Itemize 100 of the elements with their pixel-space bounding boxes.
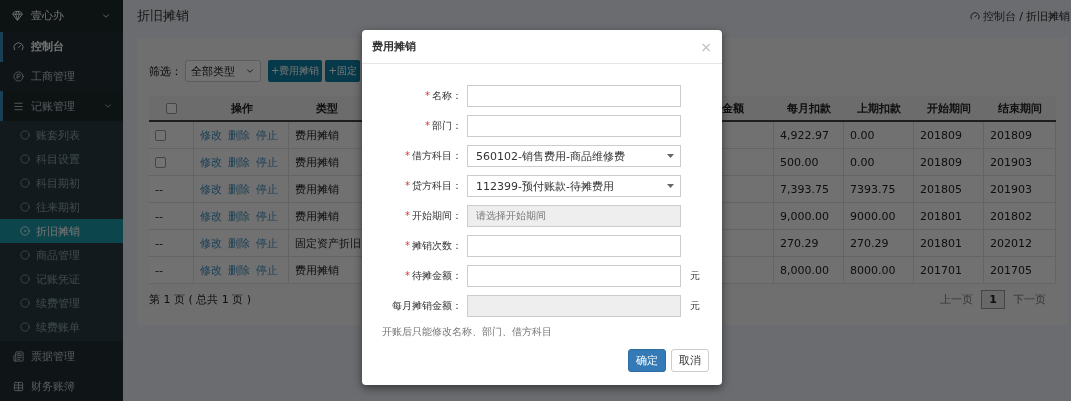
row-action-link[interactable]: 修改 <box>200 127 222 143</box>
unit-label: 元 <box>689 269 701 283</box>
table-cell: 7393.75 <box>850 182 896 196</box>
circle-icon <box>20 202 30 213</box>
row-action-link[interactable]: 删除 <box>228 127 250 143</box>
page-button[interactable]: 1 <box>981 290 1005 309</box>
row-checkbox[interactable] <box>155 129 166 141</box>
filter-label: 筛选： <box>149 63 182 79</box>
table-cell: 202012 <box>990 236 1032 250</box>
table-cell: 8,000.00 <box>780 263 829 277</box>
type-filter-select[interactable]: 全部类型 <box>185 60 261 82</box>
table-cell: 费用摊销 <box>295 181 339 197</box>
table-cell: 500.00 <box>780 155 819 169</box>
row-action-link[interactable]: 修改 <box>200 262 222 278</box>
row-action-link[interactable]: 停止 <box>256 181 278 197</box>
breadcrumb-link[interactable]: 控制台 <box>983 8 1017 24</box>
table-cell: 270.29 <box>850 236 889 250</box>
chevron-down-icon <box>245 66 255 76</box>
table-cell: -- <box>155 209 163 223</box>
cancel-button[interactable]: 取消 <box>671 349 709 372</box>
table-cell: 201701 <box>920 263 962 277</box>
select-all-checkbox[interactable] <box>166 102 177 114</box>
field-label: * 借方科目： <box>404 149 462 163</box>
circle-icon <box>20 250 30 261</box>
field-label: * 部门： <box>424 119 462 133</box>
circle-icon <box>20 154 30 165</box>
table-cell: 费用摊销 <box>295 208 339 224</box>
input-field[interactable] <box>467 295 681 317</box>
menu-icon <box>13 100 24 112</box>
parking-circle-icon <box>13 71 24 83</box>
circle-icon <box>20 130 30 141</box>
row-action-link[interactable]: 修改 <box>200 235 222 251</box>
table-cell: 201809 <box>990 128 1032 142</box>
table-cell: 9000.00 <box>850 209 896 223</box>
page-summary: 第 1 页 ( 总共 1 页 ) <box>149 292 252 307</box>
table-cell: 201801 <box>920 236 962 250</box>
row-action-link[interactable]: 停止 <box>256 262 278 278</box>
table-cell: 9,000.00 <box>780 209 829 223</box>
breadcrumb-current: 折旧摊销 <box>1026 8 1070 24</box>
table-icon <box>13 380 24 392</box>
column-header: 开始期间 <box>927 100 971 116</box>
row-action-link[interactable]: 停止 <box>256 154 278 170</box>
row-action-link[interactable]: 停止 <box>256 127 278 143</box>
row-action-link[interactable]: 修改 <box>200 154 222 170</box>
table-cell: 270.29 <box>780 236 819 250</box>
field-label: 每月摊销金额： <box>391 299 462 313</box>
column-header: 金额 <box>722 100 744 116</box>
input-field[interactable] <box>467 235 681 257</box>
select-field[interactable]: 112399-预付账款-待摊费用 <box>467 175 681 197</box>
row-action-link[interactable]: 修改 <box>200 181 222 197</box>
table-cell: -- <box>155 236 163 250</box>
column-header: 类型 <box>315 100 338 116</box>
table-cell: -- <box>155 263 163 277</box>
field-label: * 待摊金额： <box>404 269 462 283</box>
row-action-link[interactable]: 删除 <box>228 235 250 251</box>
submenu-item[interactable]: 折旧摊销 <box>0 219 123 244</box>
table-cell: -- <box>155 182 163 196</box>
breadcrumb-separator: / <box>1019 9 1023 23</box>
table-cell: 201809 <box>920 128 962 142</box>
hint-text: 开账后只能修改名称、部门、借方科目 <box>381 325 553 339</box>
row-checkbox[interactable] <box>155 156 166 168</box>
input-field[interactable]: 请选择开始期间 <box>467 205 681 227</box>
close-button[interactable]: × <box>700 38 712 55</box>
row-action-link[interactable]: 删除 <box>228 208 250 224</box>
table-cell: 201903 <box>990 182 1032 196</box>
table-cell: 201705 <box>990 263 1032 277</box>
row-action-link[interactable]: 删除 <box>228 154 250 170</box>
add-button[interactable]: +固定 <box>325 60 360 82</box>
sidebar-item[interactable]: 控制台 <box>0 31 123 62</box>
brand-name: 壹心办 <box>31 8 65 24</box>
row-action-link[interactable]: 修改 <box>200 208 222 224</box>
input-field[interactable] <box>467 265 681 287</box>
circle-icon <box>20 322 30 333</box>
unit-label: 元 <box>689 299 701 313</box>
table-cell: 0.00 <box>850 128 875 142</box>
circle-icon <box>20 298 30 309</box>
field-label: * 名称： <box>424 89 462 103</box>
row-action-link[interactable]: 删除 <box>228 181 250 197</box>
table-cell: 201805 <box>920 182 962 196</box>
dialog-title: 费用摊销 <box>372 39 416 54</box>
select-field[interactable]: 560102-销售费用-商品维修费 <box>467 145 681 167</box>
table-cell: 8000.00 <box>850 263 896 277</box>
table-cell: 201903 <box>990 155 1032 169</box>
confirm-button[interactable]: 确定 <box>628 349 666 372</box>
row-action-link[interactable]: 停止 <box>256 208 278 224</box>
add-button[interactable]: +费用摊销 <box>268 60 323 82</box>
table-cell: 固定资产折旧 <box>295 235 361 251</box>
row-action-link[interactable]: 停止 <box>256 235 278 251</box>
field-label: * 贷方科目： <box>404 179 462 193</box>
table-cell: 7,393.75 <box>780 182 829 196</box>
input-field[interactable] <box>467 85 681 107</box>
table-cell: 0.00 <box>850 155 875 169</box>
field-label: * 摊销次数： <box>404 239 462 253</box>
dropdown-caret-icon <box>667 154 674 158</box>
column-header: 上期扣款 <box>857 100 901 116</box>
gem-icon <box>12 10 23 22</box>
row-action-link[interactable]: 删除 <box>228 262 250 278</box>
input-field[interactable] <box>467 115 681 137</box>
table-cell: 费用摊销 <box>295 127 339 143</box>
gauge-icon <box>970 11 981 21</box>
